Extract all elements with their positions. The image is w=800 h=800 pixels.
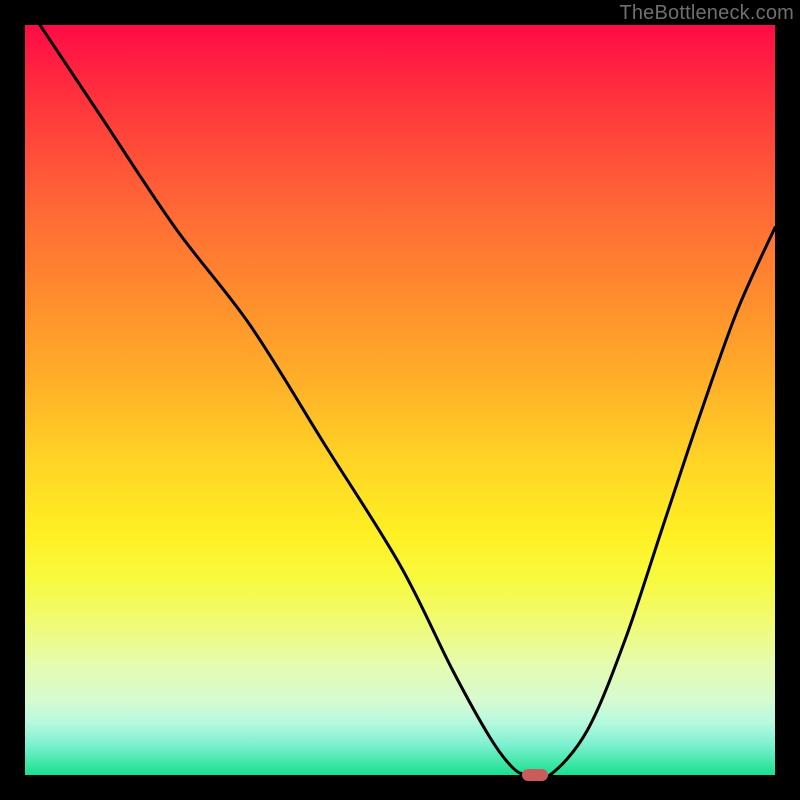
curve-path: [40, 25, 775, 775]
watermark-text: TheBottleneck.com: [619, 2, 794, 25]
plot-area: [25, 25, 775, 775]
curve-svg: [25, 25, 775, 775]
min-marker: [522, 769, 548, 781]
chart-container: TheBottleneck.com: [0, 0, 800, 800]
